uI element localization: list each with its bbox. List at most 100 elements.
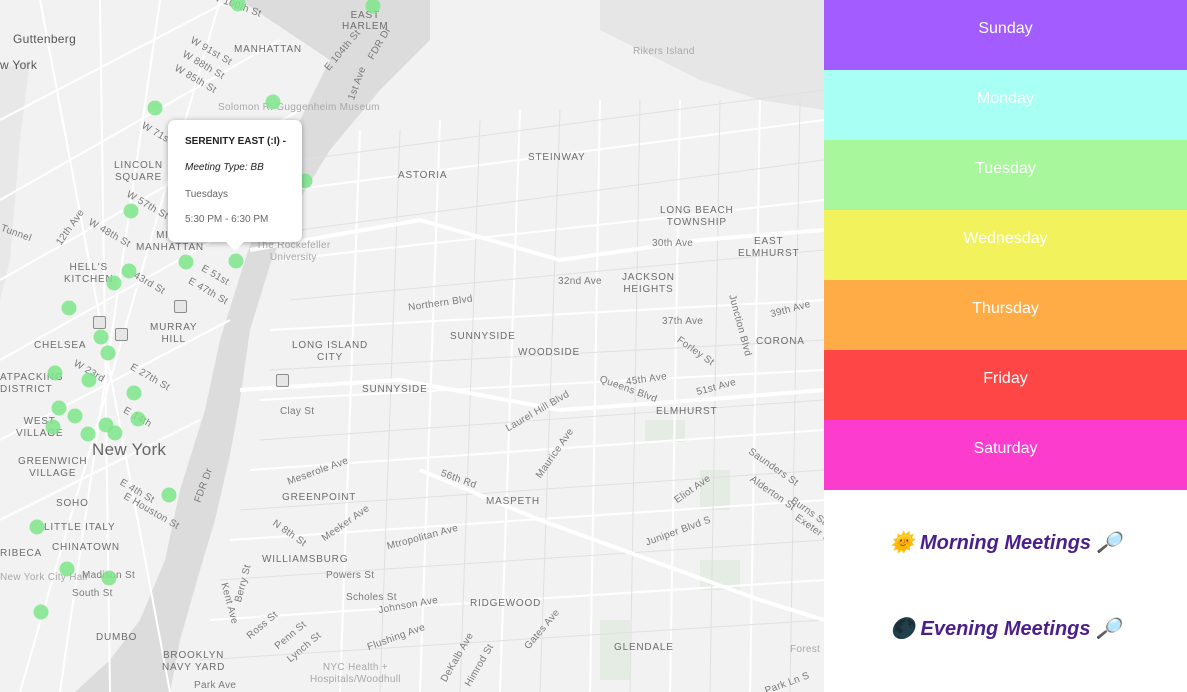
map-label-guttenberg: Guttenberg — [13, 32, 77, 46]
map-label-corona: CORONA — [756, 336, 805, 347]
transit-icon — [115, 328, 128, 341]
map-label-tribeca: RIBECA — [0, 548, 43, 559]
meeting-pin[interactable] — [265, 94, 281, 110]
meeting-pin[interactable] — [121, 263, 137, 279]
map-label-dumbo: DUMBO — [96, 632, 138, 643]
map-label-rockefeller: The Rockefeller University — [256, 240, 331, 263]
map-label-sunnyside-2: SUNNYSIDE — [362, 384, 428, 395]
map-label-37th-ave: 37th Ave — [662, 316, 704, 327]
magnifier-icon: 🔎 — [1096, 532, 1122, 554]
map-label-greenwich: GREENWICH VILLAGE — [18, 456, 88, 479]
meeting-pin[interactable] — [107, 425, 123, 441]
meeting-pin[interactable] — [67, 408, 83, 424]
map-canvas[interactable]: Guttenberg w York MANHATTAN EAST HARLEM … — [0, 0, 824, 692]
day-label: Friday — [983, 370, 1028, 387]
meeting-pin[interactable] — [147, 100, 163, 116]
evening-meetings-button[interactable]: 🌑 Evening Meetings 🔎 — [824, 616, 1187, 641]
meeting-pin[interactable] — [45, 419, 61, 435]
meeting-pin[interactable] — [51, 400, 67, 416]
map-label-nyc-health: NYC Health + Hospitals/Woodhull — [310, 662, 401, 685]
map-label-south-st: South St — [72, 588, 113, 599]
day-label: Thursday — [972, 300, 1039, 317]
day-filter-panel: Sunday Monday Tuesday Wednesday Thursday… — [824, 0, 1187, 692]
meeting-pin[interactable] — [61, 300, 77, 316]
meeting-pin[interactable] — [81, 372, 97, 388]
meeting-pin[interactable] — [80, 426, 96, 442]
meeting-pin[interactable] — [126, 385, 142, 401]
map-label-jackson: JACKSON HEIGHTS — [622, 272, 675, 295]
morning-meetings-label: Morning Meetings — [919, 532, 1092, 554]
evening-meetings-label: Evening Meetings — [920, 618, 1091, 640]
map-label-clay-st: Clay St — [280, 406, 315, 417]
moon-icon: 🌑 — [890, 618, 915, 640]
map-label-maspeth: MASPETH — [486, 496, 540, 507]
day-button-friday[interactable]: Friday — [824, 350, 1187, 420]
meeting-pin[interactable] — [101, 570, 117, 586]
day-button-tuesday[interactable]: Tuesday — [824, 140, 1187, 210]
map-label-east-elmhurst: EAST ELMHURST — [738, 236, 800, 259]
transit-icon — [174, 300, 187, 313]
map-label-sunnyside: SUNNYSIDE — [450, 331, 516, 342]
map-label-nyc-hall: New York City Hall — [0, 572, 88, 583]
popup-meeting-type: Meeting Type: BB — [185, 162, 264, 173]
map-label-woodside: WOODSIDE — [518, 347, 580, 358]
map-label-astoria: ASTORIA — [398, 170, 448, 181]
meeting-pin[interactable] — [178, 254, 194, 270]
map-label-williamsburg: WILLIAMSBURG — [262, 554, 349, 565]
map-label-elmhurst: ELMHURST — [656, 406, 718, 417]
map-label-lic: LONG ISLAND CITY — [292, 340, 369, 363]
meeting-pin[interactable] — [100, 345, 116, 361]
map-label-steinway: STEINWAY — [528, 152, 586, 163]
day-label: Saturday — [973, 440, 1038, 457]
meeting-pin[interactable] — [93, 329, 109, 345]
transit-icon — [276, 374, 289, 387]
map-label-32nd-ave: 32nd Ave — [558, 276, 602, 287]
day-label: Sunday — [978, 20, 1033, 37]
popup-title: SERENITY EAST (:I) - — [185, 136, 286, 147]
map-base — [0, 0, 824, 692]
meeting-pin[interactable] — [130, 411, 146, 427]
map-label-park-ave: Park Ave — [194, 680, 237, 691]
map-label-forest: Forest — [790, 644, 821, 655]
map-label-chinatown: CHINATOWN — [52, 542, 120, 553]
meeting-pin[interactable] — [123, 203, 139, 219]
map-label-lincoln-square: LINCOLN SQUARE — [114, 160, 163, 183]
meeting-popup[interactable]: SERENITY EAST (:I) - Meeting Type: BB Tu… — [168, 120, 302, 251]
map-label-scholes: Scholes St — [346, 592, 397, 603]
morning-meetings-button[interactable]: 🌞 Morning Meetings 🔎 — [824, 530, 1187, 555]
map-label-new-york-edge: w York — [0, 58, 38, 72]
map-label-ridgewood: RIDGEWOOD — [470, 598, 542, 609]
sun-icon: 🌞 — [889, 532, 915, 554]
popup-hours: 5:30 PM - 6:30 PM — [185, 214, 269, 225]
meeting-pin[interactable] — [29, 519, 45, 535]
day-button-thursday[interactable]: Thursday — [824, 280, 1187, 350]
map-label-soho: SOHO — [56, 498, 89, 509]
popup-day: Tuesdays — [185, 189, 228, 200]
map-label-new-york: New York — [92, 440, 167, 459]
meeting-pin[interactable] — [161, 487, 177, 503]
day-label: Wednesday — [963, 230, 1048, 247]
meeting-pin[interactable] — [59, 561, 75, 577]
meeting-pin[interactable] — [33, 604, 49, 620]
day-label: Monday — [977, 90, 1034, 107]
map-label-glendale: GLENDALE — [614, 642, 674, 653]
day-button-sunday[interactable]: Sunday — [824, 0, 1187, 70]
map-label-guggenheim: Solomon R. Guggenheim Museum — [218, 102, 380, 113]
map-label-rikers: Rikers Island — [633, 46, 695, 57]
map-label-murray-hill: MURRAY HILL — [150, 322, 198, 345]
meeting-pin[interactable] — [228, 253, 244, 269]
magnifier-icon: 🔎 — [1096, 618, 1121, 640]
map-label-30th-ave: 30th Ave — [652, 238, 694, 249]
transit-icon — [93, 316, 106, 329]
day-button-wednesday[interactable]: Wednesday — [824, 210, 1187, 280]
meeting-pin[interactable] — [47, 365, 63, 381]
meeting-pin[interactable] — [106, 275, 122, 291]
day-label: Tuesday — [975, 160, 1036, 177]
map-label-powers: Powers St — [326, 570, 375, 581]
day-button-saturday[interactable]: Saturday — [824, 420, 1187, 490]
map-label-long-beach: LONG BEACH TOWNSHIP — [660, 205, 734, 228]
map-label-greenpoint: GREENPOINT — [282, 492, 357, 503]
day-button-monday[interactable]: Monday — [824, 70, 1187, 140]
map-label-little-italy: LITTLE ITALY — [44, 522, 116, 533]
map-label-chelsea: CHELSEA — [34, 340, 87, 351]
